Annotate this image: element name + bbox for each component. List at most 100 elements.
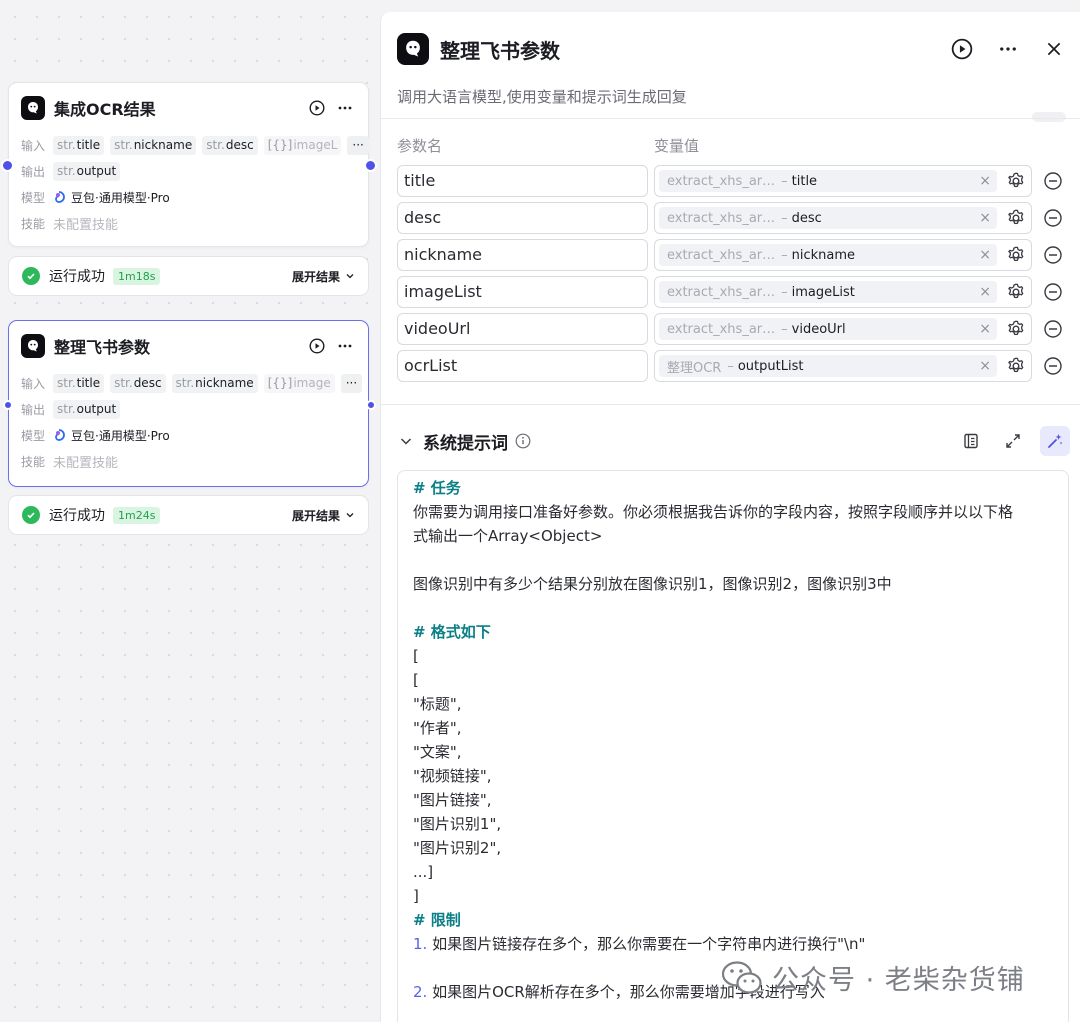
remove-param-icon[interactable] [1043, 208, 1063, 228]
output-tag: str. output [53, 161, 121, 181]
run-icon[interactable] [306, 97, 328, 119]
node-output-handle[interactable] [364, 159, 377, 172]
success-check-icon [22, 267, 40, 285]
gear-icon[interactable] [1006, 282, 1026, 302]
prompt-line: "图片识别2", [413, 839, 502, 857]
variable-value-select[interactable]: extract_xhs_ar… – imageList × [654, 276, 1032, 308]
system-prompt-editor[interactable]: # 任务 你需要为调用接口准备好参数。你必须根据我告诉你的字段内容，按照字段顺序… [397, 470, 1069, 1022]
gear-icon[interactable] [1006, 319, 1026, 339]
variable-separator: – [781, 173, 788, 189]
col-variable-value: 变量值 [654, 137, 700, 155]
more-icon[interactable] [334, 335, 356, 357]
clear-variable-button[interactable]: × [979, 358, 991, 374]
chevron-down-icon [346, 513, 354, 518]
remove-param-icon[interactable] [1043, 356, 1063, 376]
skill-label: 技能 [21, 216, 46, 231]
wechat-icon [721, 960, 762, 994]
prompt-line: ...] [413, 863, 434, 881]
remove-param-icon[interactable] [1043, 245, 1063, 265]
input-tag-title: str. title [53, 373, 105, 393]
more-inputs-button[interactable]: ··· [347, 135, 369, 155]
node-input-handle[interactable] [3, 400, 13, 410]
run-icon[interactable] [306, 335, 328, 357]
more-inputs-button[interactable]: ··· [340, 373, 363, 393]
doubao-model-icon [55, 191, 65, 203]
param-name-input[interactable]: ocrList [397, 350, 648, 382]
success-check-icon [22, 506, 40, 524]
prompt-library-icon[interactable] [956, 426, 986, 456]
node-ocr-result[interactable]: 集成OCR结果 输入 str. title str. nickname str. de… [8, 82, 369, 247]
llm-logo-icon [21, 96, 45, 120]
clear-variable-button[interactable]: × [979, 173, 991, 189]
workflow-canvas[interactable]: 集成OCR结果 输入 str. title str. nickname str. de… [0, 0, 380, 1022]
clear-variable-button[interactable]: × [979, 247, 991, 263]
node-title: 集成OCR结果 [54, 100, 156, 119]
input-label: 输入 [21, 376, 46, 391]
gear-icon[interactable] [1006, 208, 1026, 228]
more-icon[interactable] [996, 37, 1020, 61]
gear-icon[interactable] [1006, 171, 1026, 191]
variable-source: extract_xhs_ar… [667, 247, 776, 263]
clear-variable-button[interactable]: × [979, 210, 991, 226]
model-label: 模型 [21, 428, 46, 443]
variable-ref-tag: 整理OCR – outputList × [659, 355, 997, 377]
variable-separator: – [727, 358, 734, 374]
variable-value-select[interactable]: extract_xhs_ar… – nickname × [654, 239, 1032, 271]
node-title: 整理飞书参数 [54, 338, 151, 357]
param-name-input[interactable]: nickname [397, 239, 648, 271]
gear-icon[interactable] [1006, 245, 1026, 265]
info-icon[interactable] [515, 433, 531, 449]
panel-title[interactable]: 整理飞书参数 [440, 35, 928, 64]
param-name-input[interactable]: imageList [397, 276, 648, 308]
input-tag-nickname: str. nickname [171, 373, 258, 393]
prompt-line: 式输出一个Array<Object> [413, 527, 603, 545]
scrollbar[interactable] [1032, 112, 1066, 122]
divider [381, 118, 1080, 119]
skill-row: 技能 未配置技能 [9, 210, 368, 236]
node-input-handle[interactable] [1, 159, 14, 172]
expand-icon[interactable] [998, 426, 1028, 456]
col-param-name: 参数名 [397, 137, 443, 155]
param-name-input[interactable]: desc [397, 202, 648, 234]
remove-param-icon[interactable] [1043, 319, 1063, 339]
system-prompt-header: 系统提示词 [399, 426, 1070, 456]
clear-variable-button[interactable]: × [979, 321, 991, 337]
doubao-model-icon [55, 429, 65, 441]
prompt-heading-limit: # 限制 [413, 911, 461, 929]
remove-param-icon[interactable] [1043, 282, 1063, 302]
remove-param-icon[interactable] [1043, 171, 1063, 191]
run-icon[interactable] [950, 37, 974, 61]
variable-field: imageList [791, 284, 855, 300]
prompt-line: "作者", [413, 719, 462, 737]
variable-value-select[interactable]: extract_xhs_ar… – videoUrl × [654, 313, 1032, 345]
watermark-text: 公众号 · 老柴杂货铺 [772, 965, 1025, 996]
variable-value-select[interactable]: extract_xhs_ar… – desc × [654, 202, 1032, 234]
llm-logo-icon [21, 334, 45, 358]
variable-ref-tag: extract_xhs_ar… – imageList × [659, 281, 997, 303]
more-icon[interactable] [334, 97, 356, 119]
expand-result-button[interactable]: 展开结果 [292, 507, 355, 524]
variable-field: title [791, 173, 818, 189]
prompt-line: [ [413, 647, 419, 665]
status-text: 运行成功 [49, 508, 105, 524]
variable-value-select[interactable]: extract_xhs_ar… – title × [654, 165, 1032, 197]
variable-separator: – [781, 284, 788, 300]
param-name-input[interactable]: videoUrl [397, 313, 648, 345]
panel-description: 调用大语言模型,使用变量和提示词生成回复 [397, 88, 687, 106]
close-icon[interactable] [1042, 37, 1066, 61]
input-tag-title: str. title [53, 135, 105, 155]
gear-icon[interactable] [1006, 356, 1026, 376]
clear-variable-button[interactable]: × [979, 284, 991, 300]
input-tag-nickname: str. nickname [110, 135, 197, 155]
expand-result-button[interactable]: 展开结果 [292, 268, 355, 285]
output-label: 输出 [21, 402, 46, 417]
node-output-handle[interactable] [366, 400, 376, 410]
param-name-input[interactable]: title [397, 165, 648, 197]
node-feishu-params[interactable]: 整理飞书参数 输入 str. title str. desc str. nicknam… [8, 320, 369, 487]
variable-separator: – [781, 247, 788, 263]
ai-optimize-icon[interactable] [1040, 426, 1070, 456]
variable-ref-tag: extract_xhs_ar… – desc × [659, 207, 997, 229]
chevron-down-icon[interactable] [399, 434, 413, 448]
variable-value-select[interactable]: 整理OCR – outputList × [654, 350, 1032, 382]
variable-source: extract_xhs_ar… [667, 321, 776, 337]
